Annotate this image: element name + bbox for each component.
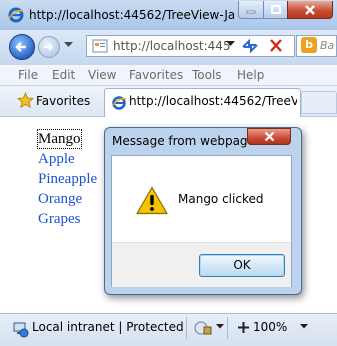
tree-node-orange[interactable]: Orange bbox=[38, 190, 82, 208]
ie-logo-icon bbox=[8, 7, 24, 23]
menu-tools[interactable]: Tools bbox=[192, 68, 222, 82]
close-icon bbox=[264, 131, 274, 142]
close-icon bbox=[305, 4, 315, 15]
menu-file[interactable]: File bbox=[18, 68, 38, 82]
ok-button[interactable]: OK bbox=[199, 254, 285, 277]
security-zone-text[interactable]: Local intranet | Protected Mo bbox=[32, 320, 184, 334]
back-arrow-icon bbox=[15, 42, 26, 52]
tree-node-mango[interactable]: Mango bbox=[37, 129, 82, 149]
search-input[interactable]: Ba bbox=[320, 39, 334, 52]
tree-node-apple[interactable]: Apple bbox=[38, 150, 75, 168]
menu-edit[interactable]: Edit bbox=[52, 68, 75, 82]
address-dropdown-icon[interactable] bbox=[226, 41, 235, 47]
forward-arrow-icon bbox=[44, 43, 54, 51]
favorites-star-icon[interactable] bbox=[17, 92, 34, 109]
minimize-button[interactable] bbox=[238, 1, 264, 19]
menu-favorites[interactable]: Favorites bbox=[129, 68, 183, 82]
menu-view[interactable]: View bbox=[88, 68, 116, 82]
dialog-close-button[interactable] bbox=[247, 128, 291, 145]
bing-search-icon: b bbox=[301, 37, 317, 53]
address-input[interactable]: http://localhost:445 bbox=[113, 39, 231, 53]
dropdown-icon[interactable] bbox=[216, 324, 224, 329]
zoom-dropdown-icon[interactable] bbox=[300, 324, 308, 329]
compatibility-view-icon[interactable] bbox=[240, 37, 260, 55]
maximize-button[interactable] bbox=[263, 1, 288, 19]
protected-mode-icon[interactable] bbox=[193, 320, 213, 336]
tab-label[interactable]: http://localhost:44562/TreeView... bbox=[129, 94, 297, 108]
favorites-button[interactable]: Favorites bbox=[36, 94, 90, 108]
window-title: http://localhost:44562/TreeView-Ja... bbox=[29, 8, 234, 22]
dialog-message: Mango clicked bbox=[178, 192, 264, 206]
dialog-title: Message from webpage bbox=[112, 134, 255, 148]
status-divider bbox=[186, 317, 187, 339]
minimize-icon bbox=[246, 10, 256, 13]
forward-button[interactable] bbox=[38, 36, 60, 58]
local-intranet-icon bbox=[13, 322, 29, 338]
zoom-icon[interactable] bbox=[236, 320, 251, 335]
close-window-button[interactable] bbox=[287, 1, 333, 19]
recent-pages-dropdown-icon[interactable] bbox=[64, 42, 73, 48]
page-icon bbox=[92, 39, 108, 53]
status-divider bbox=[227, 317, 228, 339]
maximize-icon bbox=[270, 4, 281, 14]
stop-icon[interactable] bbox=[266, 37, 286, 55]
menu-help[interactable]: Help bbox=[237, 68, 264, 82]
new-tab-button[interactable] bbox=[301, 91, 337, 114]
tree-node-grapes[interactable]: Grapes bbox=[38, 210, 80, 228]
ie-page-icon bbox=[111, 96, 127, 110]
back-button[interactable] bbox=[9, 34, 35, 60]
zoom-level[interactable]: 100% bbox=[253, 320, 287, 334]
tree-node-pineapple[interactable]: Pineapple bbox=[38, 170, 97, 188]
warning-icon bbox=[136, 186, 168, 215]
